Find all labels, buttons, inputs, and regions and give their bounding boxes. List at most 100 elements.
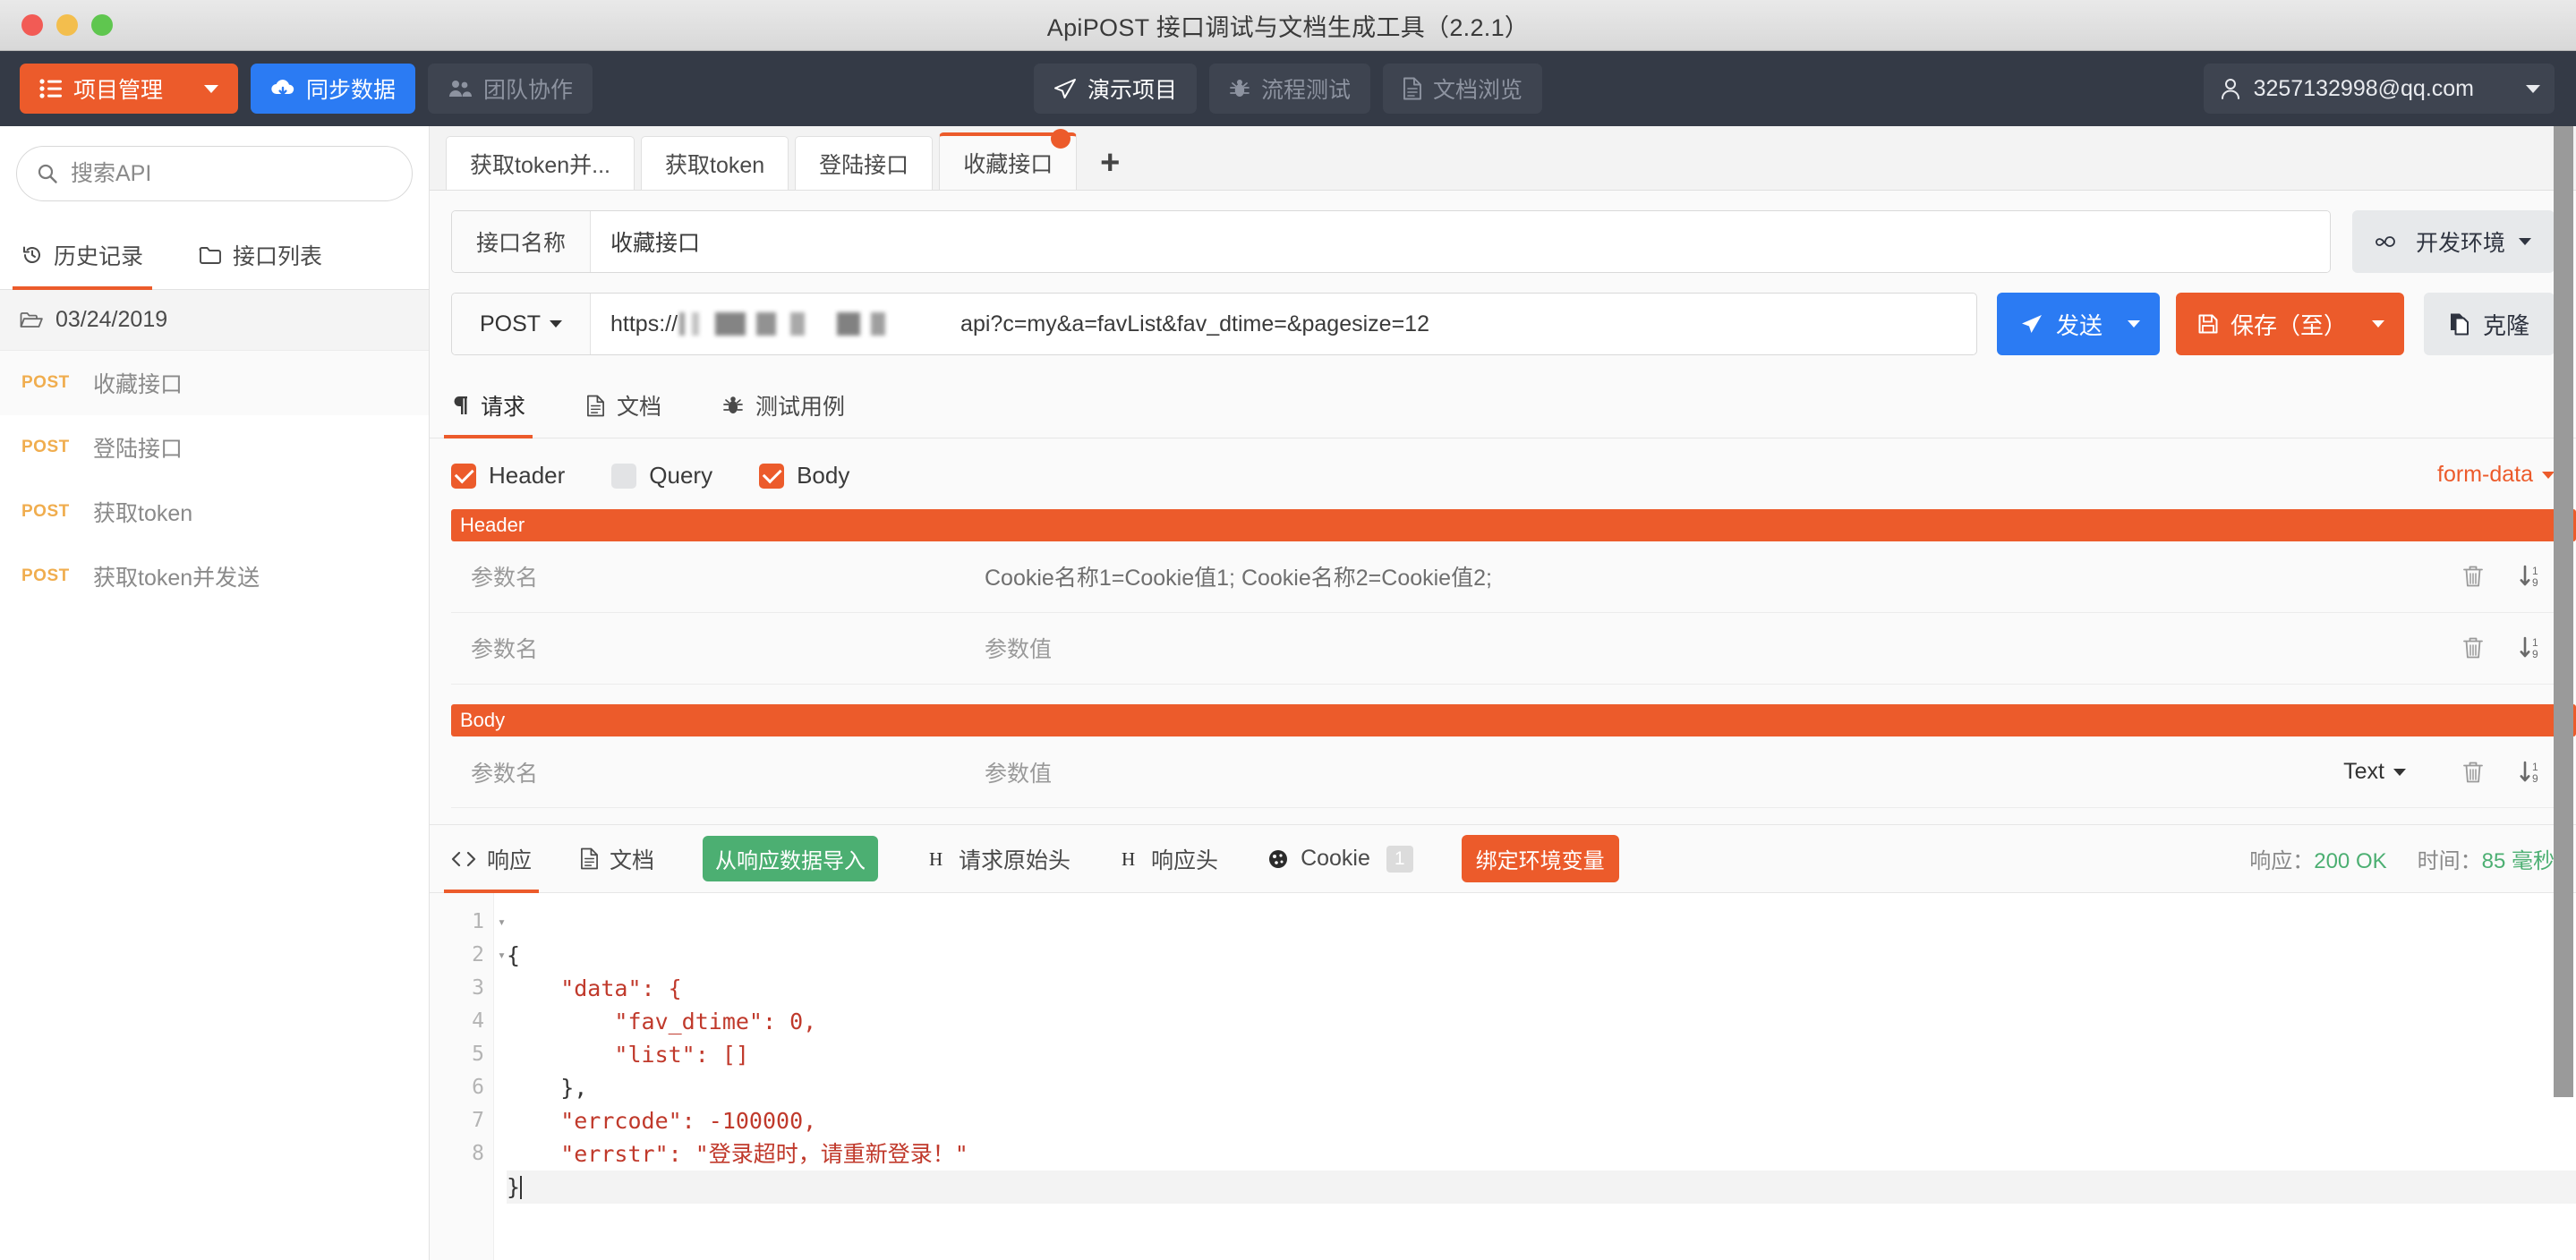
interface-name-input[interactable] [591, 211, 2330, 272]
list-item[interactable]: POST 获取token [0, 480, 429, 544]
copy-icon [2449, 312, 2470, 336]
list-item[interactable]: POST 收藏接口 [0, 351, 429, 415]
line-number: 2 ▾ [430, 939, 506, 972]
tab-response-document[interactable]: 文档 [580, 825, 654, 892]
send-button[interactable]: 发送 [1996, 293, 2160, 355]
paragraph-icon [451, 395, 469, 416]
tab-login-api[interactable]: 登陆接口 [795, 136, 934, 190]
line-number: 3 [472, 976, 484, 1000]
checkbox-header-label: Header [489, 462, 566, 489]
save-label: 保存（至） [2230, 311, 2347, 339]
tab-document[interactable]: 文档 [586, 389, 661, 438]
tab-cookie[interactable]: Cookie 1 [1267, 825, 1413, 892]
sort-numeric-icon[interactable]: 1 9 [2519, 635, 2544, 660]
code-text: "list": [] [507, 1042, 749, 1068]
sidebar-tab-apilist[interactable]: 接口列表 [199, 225, 322, 289]
text-cursor [520, 1176, 523, 1200]
environment-selector[interactable]: 开发环境 [2351, 210, 2555, 273]
app-window: ApiPOST 接口调试与文档生成工具（2.2.1） 项目管理 同步数据 团队协… [0, 0, 2576, 1260]
param-value-input[interactable]: Cookie名称1=Cookie值1; Cookie名称2=Cookie值2; [976, 560, 2461, 592]
tab-response[interactable]: 响应 [443, 825, 540, 894]
save-button[interactable]: 保存（至） [2175, 293, 2404, 355]
param-key-input[interactable]: 参数名 [451, 756, 952, 788]
sort-numeric-icon[interactable]: 1 9 [2519, 760, 2544, 785]
url-prefix: https:// [610, 311, 678, 336]
add-tab-button[interactable]: + [1083, 136, 1137, 190]
scrollbar-thumb[interactable] [2554, 126, 2573, 1097]
tab-request-raw-headers-label: 请求原始头 [959, 847, 1071, 873]
chevron-down-icon [2519, 238, 2531, 245]
checkbox-query[interactable]: Query [611, 462, 712, 490]
param-type-selector[interactable]: Text [2343, 759, 2406, 785]
search-icon [37, 163, 58, 184]
save-disk-icon [2197, 313, 2219, 335]
search-input[interactable] [71, 160, 392, 187]
table-row[interactable]: 参数名 参数值 1 9 [451, 613, 2555, 685]
list-item[interactable]: POST 登陆接口 [0, 415, 429, 480]
list-item[interactable]: POST 获取token并发送 [0, 544, 429, 609]
checkbox-body[interactable]: Body [759, 462, 849, 490]
editor-content[interactable]: { "data": { "fav_dtime": 0, "list": [] }… [494, 893, 2576, 1260]
clone-button[interactable]: 克隆 [2423, 293, 2555, 355]
sort-numeric-icon[interactable]: 1 9 [2519, 564, 2544, 589]
user-email-label: 3257132998@qq.com [2253, 75, 2474, 101]
line-number: 1 ▾ [430, 906, 506, 939]
param-key-input[interactable]: 参数名 [451, 632, 952, 664]
send-label: 发送 [2055, 311, 2103, 339]
svg-text:9: 9 [2532, 772, 2538, 785]
param-key-input[interactable]: 参数名 [451, 560, 952, 592]
tab-request-raw-headers[interactable]: H 请求原始头 [926, 825, 1070, 892]
api-name-label: 获取token [93, 500, 193, 526]
param-value-input[interactable]: 参数值 [976, 632, 2461, 664]
search-box[interactable] [16, 146, 413, 201]
history-folder-row[interactable]: 03/24/2019 [0, 290, 429, 351]
user-account-button[interactable]: 3257132998@qq.com [2203, 64, 2555, 114]
interface-name-field[interactable]: 接口名称 [451, 210, 2331, 273]
send-dropdown-button[interactable] [2120, 320, 2160, 328]
tab-get-token[interactable]: 获取token [641, 136, 789, 190]
line-number: 8 [472, 1142, 484, 1166]
doc-browse-button[interactable]: 文档浏览 [1383, 64, 1543, 114]
fold-icon[interactable]: ▾ [498, 906, 506, 939]
list-icon [39, 79, 63, 98]
bind-env-variable-button[interactable]: 绑定环境变量 [1461, 835, 1619, 883]
table-row[interactable]: 参数名 Cookie名称1=Cookie值1; Cookie名称2=Cookie… [451, 541, 2555, 613]
svg-text:1: 1 [2532, 636, 2538, 649]
main-panel: 获取token并... 获取token 登陆接口 收藏接口 + 接口名称 收藏接… [430, 126, 2576, 1260]
tab-favorite-api[interactable]: 收藏接口 [939, 129, 1078, 190]
project-manage-button[interactable]: 项目管理 [20, 64, 239, 114]
bug-icon [722, 395, 744, 416]
method-selector[interactable]: POST [452, 294, 591, 354]
code-line: { [507, 939, 2576, 972]
chevron-down-icon [204, 84, 219, 93]
team-collab-button[interactable]: 团队协作 [428, 64, 593, 114]
table-row[interactable]: 参数名 参数值 Text 1 9 [451, 736, 2555, 808]
delete-icon[interactable] [2461, 760, 2485, 785]
body-type-selector[interactable]: form-data [2437, 462, 2555, 488]
delete-icon[interactable] [2461, 564, 2485, 589]
tab-get-token-and-send[interactable]: 获取token并... [446, 136, 635, 190]
vertical-scrollbar[interactable] [2551, 126, 2576, 1260]
url-input[interactable]: https:// api?c=my&a=favList&fav_dtime=&pa… [591, 294, 1976, 354]
tab-response-headers[interactable]: H 响应头 [1119, 825, 1218, 892]
fold-icon[interactable]: ▾ [498, 939, 506, 972]
tab-testcase[interactable]: 测试用例 [722, 389, 845, 438]
delete-icon[interactable] [2461, 635, 2485, 660]
tab-request[interactable]: 请求 [443, 389, 533, 438]
checkbox-icon [451, 463, 476, 489]
sidebar-tab-history[interactable]: 历史记录 [12, 225, 153, 290]
flow-test-button[interactable]: 流程测试 [1208, 64, 1371, 114]
response-code-editor[interactable]: 1 ▾ 2 ▾ 3 4 5 6 7 8 { "data": { "fav_dtime… [430, 893, 2576, 1260]
sync-data-button[interactable]: 同步数据 [251, 64, 416, 114]
import-from-response-button[interactable]: 从响应数据导入 [703, 836, 879, 882]
sidebar-tab-history-label: 历史记录 [54, 244, 144, 269]
url-field[interactable]: POST https:// api?c=my&a=favList&fav_dtim… [451, 293, 1977, 355]
checkbox-header[interactable]: Header [451, 462, 565, 490]
line-number: 6 [472, 1076, 484, 1100]
demo-project-button[interactable]: 演示项目 [1033, 64, 1197, 114]
url-row: POST https:// api?c=my&a=favList&fav_dtim… [430, 273, 2576, 355]
param-value-input[interactable]: 参数值 [976, 756, 2343, 788]
api-method-label: POST [21, 501, 70, 521]
save-dropdown-button[interactable] [2363, 320, 2404, 328]
tab-response-headers-label: 响应头 [1151, 847, 1219, 873]
